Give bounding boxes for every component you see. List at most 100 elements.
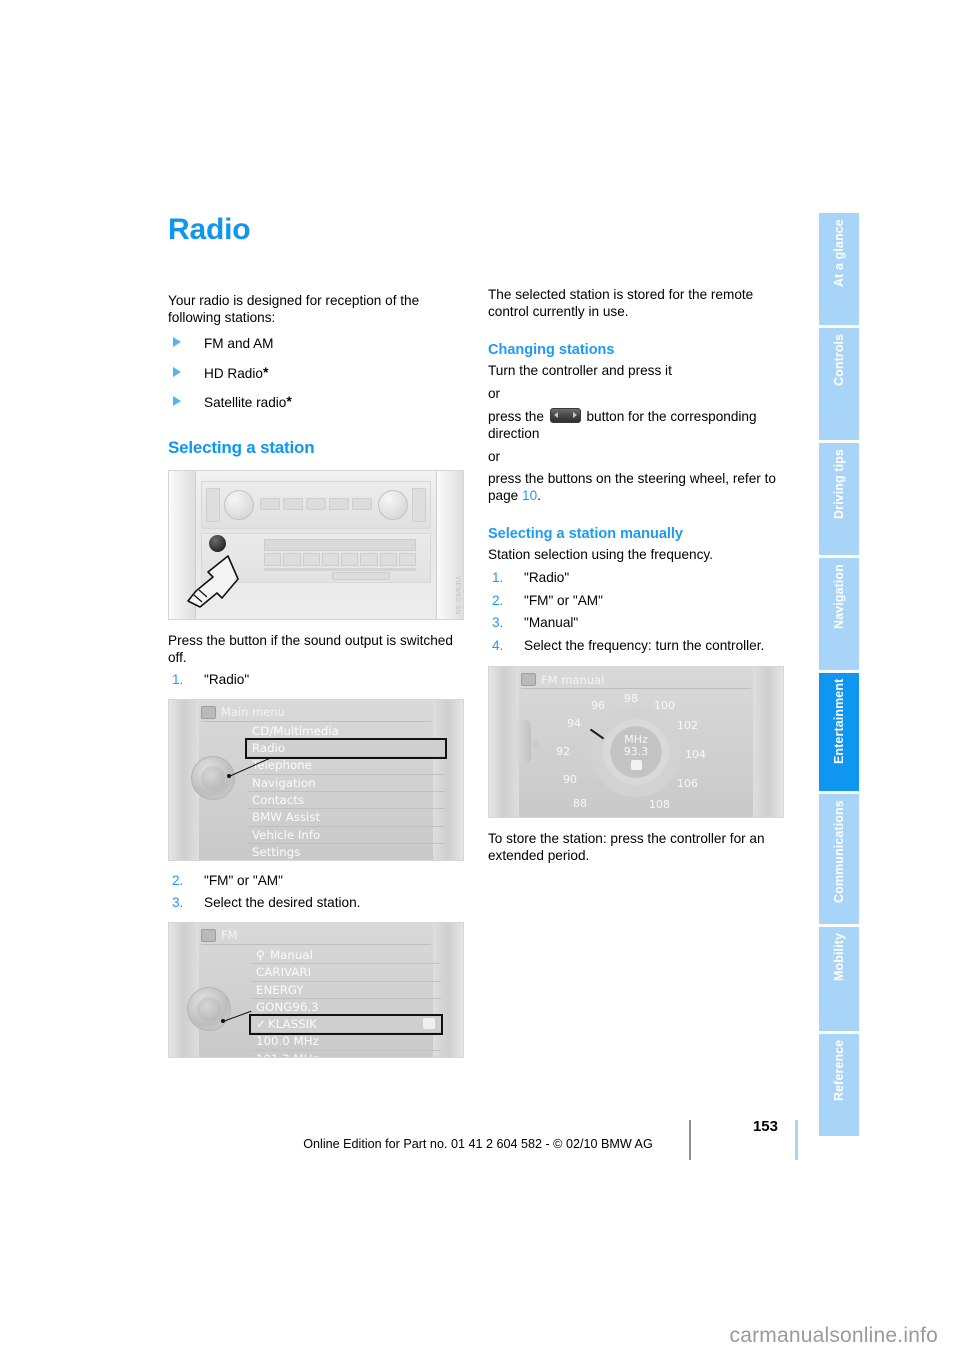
- menu-item-bmw-assist[interactable]: BMW Assist: [247, 809, 445, 827]
- arrow-right-icon: [572, 412, 577, 419]
- subsection-selecting-station-manually: Selecting a station manually: [488, 526, 683, 543]
- callout-dot: [221, 1018, 225, 1023]
- cd-slot: [264, 538, 416, 551]
- checkmark-icon: ✓: [256, 1017, 266, 1032]
- screen-title: Main menu: [221, 705, 285, 720]
- page-reference-link[interactable]: 10: [522, 488, 537, 503]
- menu-item-cd-multimedia[interactable]: CD/Multimedia: [247, 723, 445, 741]
- screen-title-bar: FM: [201, 927, 431, 945]
- page-number: 153: [752, 1118, 778, 1135]
- dial-tick-106: 106: [677, 777, 698, 791]
- step-number: 1.: [492, 569, 504, 585]
- figure-code: VIEWED-SN: [454, 576, 460, 615]
- dial-frequency-value: 93.3: [623, 745, 649, 759]
- list-item: 3. "Manual": [488, 615, 784, 632]
- sidebar-tab-driving-tips[interactable]: Driving tips: [819, 443, 859, 555]
- list-item-manual[interactable]: ⚲ Manual: [251, 947, 441, 965]
- changing-line-1: Turn the controller and press it: [488, 363, 672, 379]
- screen-title: FM manual: [541, 672, 605, 687]
- sidebar-tab-label: Mobility: [832, 933, 846, 982]
- step-label: "Manual": [524, 615, 579, 631]
- left-column: Radio Your radio is designed for recepti…: [168, 213, 464, 1058]
- dial-center-readout: MHz 93.3: [611, 727, 661, 778]
- sidebar-tab-communications[interactable]: Communications: [819, 794, 859, 924]
- controller-side-illustration: [515, 719, 531, 766]
- list-item-klassik[interactable]: ✓ KLASSIK: [249, 1014, 443, 1036]
- list-item: FM and AM: [168, 334, 464, 353]
- list-item-energy[interactable]: ENERGY: [251, 982, 441, 999]
- page-title: Radio: [168, 213, 251, 246]
- sidebar-tab-label: Reference: [832, 1040, 846, 1102]
- list-item-1013mhz[interactable]: 101.3 MHz: [251, 1051, 441, 1057]
- climate-knob-left: [224, 489, 254, 520]
- preset-button-row: [264, 552, 416, 566]
- list-item-label: FM and AM: [204, 336, 274, 352]
- menu-item-vehicle-info[interactable]: Vehicle Info: [247, 827, 445, 844]
- screen-bezel-right: [753, 667, 783, 818]
- list-item-gong963[interactable]: GONG96.3: [251, 999, 441, 1017]
- list-item: HD Radio*: [168, 364, 464, 383]
- dial-tick-104: 104: [685, 748, 706, 762]
- footnote-star: *: [286, 393, 292, 410]
- climate-button-row: [260, 497, 372, 510]
- hd-radio-badge-icon: [630, 760, 642, 771]
- pointing-hand-icon: [187, 555, 239, 608]
- step-label: "FM" or "AM": [204, 872, 283, 888]
- manual-page: At a glance Controls Driving tips Naviga…: [0, 0, 960, 1358]
- radio-icon: [201, 928, 216, 942]
- sidebar-tab-at-a-glance[interactable]: At a glance: [819, 213, 859, 325]
- frequency-dial[interactable]: MHz 93.3 88 90 92 94 96 98 100 102 104 1…: [556, 692, 706, 811]
- chapter-tab-rail: At a glance Controls Driving tips Naviga…: [819, 213, 859, 1136]
- intro-paragraph: Your radio is designed for reception of …: [168, 293, 420, 325]
- hd-radio-badge-icon: [423, 1018, 435, 1030]
- step-number: 3.: [492, 615, 504, 631]
- controller-inner-ring: [201, 765, 225, 790]
- list-item: 2. "FM" or "AM": [488, 593, 784, 610]
- figure-fm-manual-dial: FM manual MHz 93.3 88 90 92 94 96 98 100…: [488, 666, 784, 819]
- sidebar-tab-label: Communications: [832, 800, 846, 903]
- step-label: Select the desired station.: [204, 895, 361, 911]
- idrive-screen-main-menu: Main menu CD/Multimedia Radio Telephone …: [169, 699, 463, 860]
- dial-tick-102: 102: [677, 719, 698, 733]
- list-item: Satellite radio*: [168, 393, 464, 412]
- list-item: 3. Select the desired station.: [168, 895, 464, 912]
- press-button-text: Press the button if the sound output is …: [168, 632, 453, 665]
- menu-item-contacts[interactable]: Contacts: [247, 792, 445, 810]
- arrow-left-icon: [553, 412, 558, 419]
- menu-item-settings[interactable]: Settings: [247, 844, 445, 860]
- menu-item-telephone[interactable]: Telephone: [247, 757, 445, 775]
- screen-bezel-left: [169, 922, 199, 1057]
- manual-steps-list: 1. "Radio" 2. "FM" or "AM" 3. "Manual" 4…: [488, 570, 784, 654]
- list-item-label: KLASSIK: [268, 1017, 317, 1032]
- sidebar-tab-mobility[interactable]: Mobility: [819, 927, 859, 1031]
- list-item: 1. "Radio": [168, 672, 464, 689]
- list-item-carivari[interactable]: CARIVARI: [251, 964, 441, 982]
- step-label: Select the frequency: turn the controlle…: [524, 637, 765, 653]
- sidebar-tab-label: Driving tips: [832, 449, 846, 519]
- sidebar-tab-label: At a glance: [832, 219, 846, 287]
- sidebar-tab-entertainment[interactable]: Entertainment: [819, 673, 859, 791]
- dial-tick-94: 94: [567, 717, 581, 731]
- sidebar-tab-navigation[interactable]: Navigation: [819, 558, 859, 670]
- triangle-bullet-icon: [173, 337, 181, 348]
- sidebar-tab-reference[interactable]: Reference: [819, 1034, 859, 1136]
- screen-title-bar: Main menu: [201, 704, 431, 722]
- list-item: 2. "FM" or "AM": [168, 873, 464, 890]
- footnote-star: *: [262, 363, 269, 380]
- list-item-1000mhz[interactable]: 100.0 MHz: [251, 1033, 441, 1051]
- sidebar-tab-label: Entertainment: [832, 679, 846, 765]
- figure-main-menu-screen: Main menu CD/Multimedia Radio Telephone …: [168, 698, 464, 861]
- menu-item-navigation[interactable]: Navigation: [247, 775, 445, 792]
- press-rocker-paragraph: press the button for the corresponding d…: [488, 408, 784, 442]
- or-separator-2: or: [488, 448, 501, 464]
- sidebar-tab-controls[interactable]: Controls: [819, 328, 859, 440]
- callout-dot: [227, 773, 231, 778]
- sidebar-tab-label: Navigation: [832, 564, 846, 629]
- radio-divider: [264, 567, 416, 571]
- climate-side-buttons-right: [412, 487, 426, 522]
- site-watermark: carmanualsonline.info: [729, 1324, 938, 1347]
- list-item-label: Satellite radio: [204, 395, 287, 411]
- steering-text-post: .: [537, 487, 541, 503]
- dial-tick-88: 88: [573, 797, 587, 811]
- menu-item-radio[interactable]: Radio: [245, 738, 447, 760]
